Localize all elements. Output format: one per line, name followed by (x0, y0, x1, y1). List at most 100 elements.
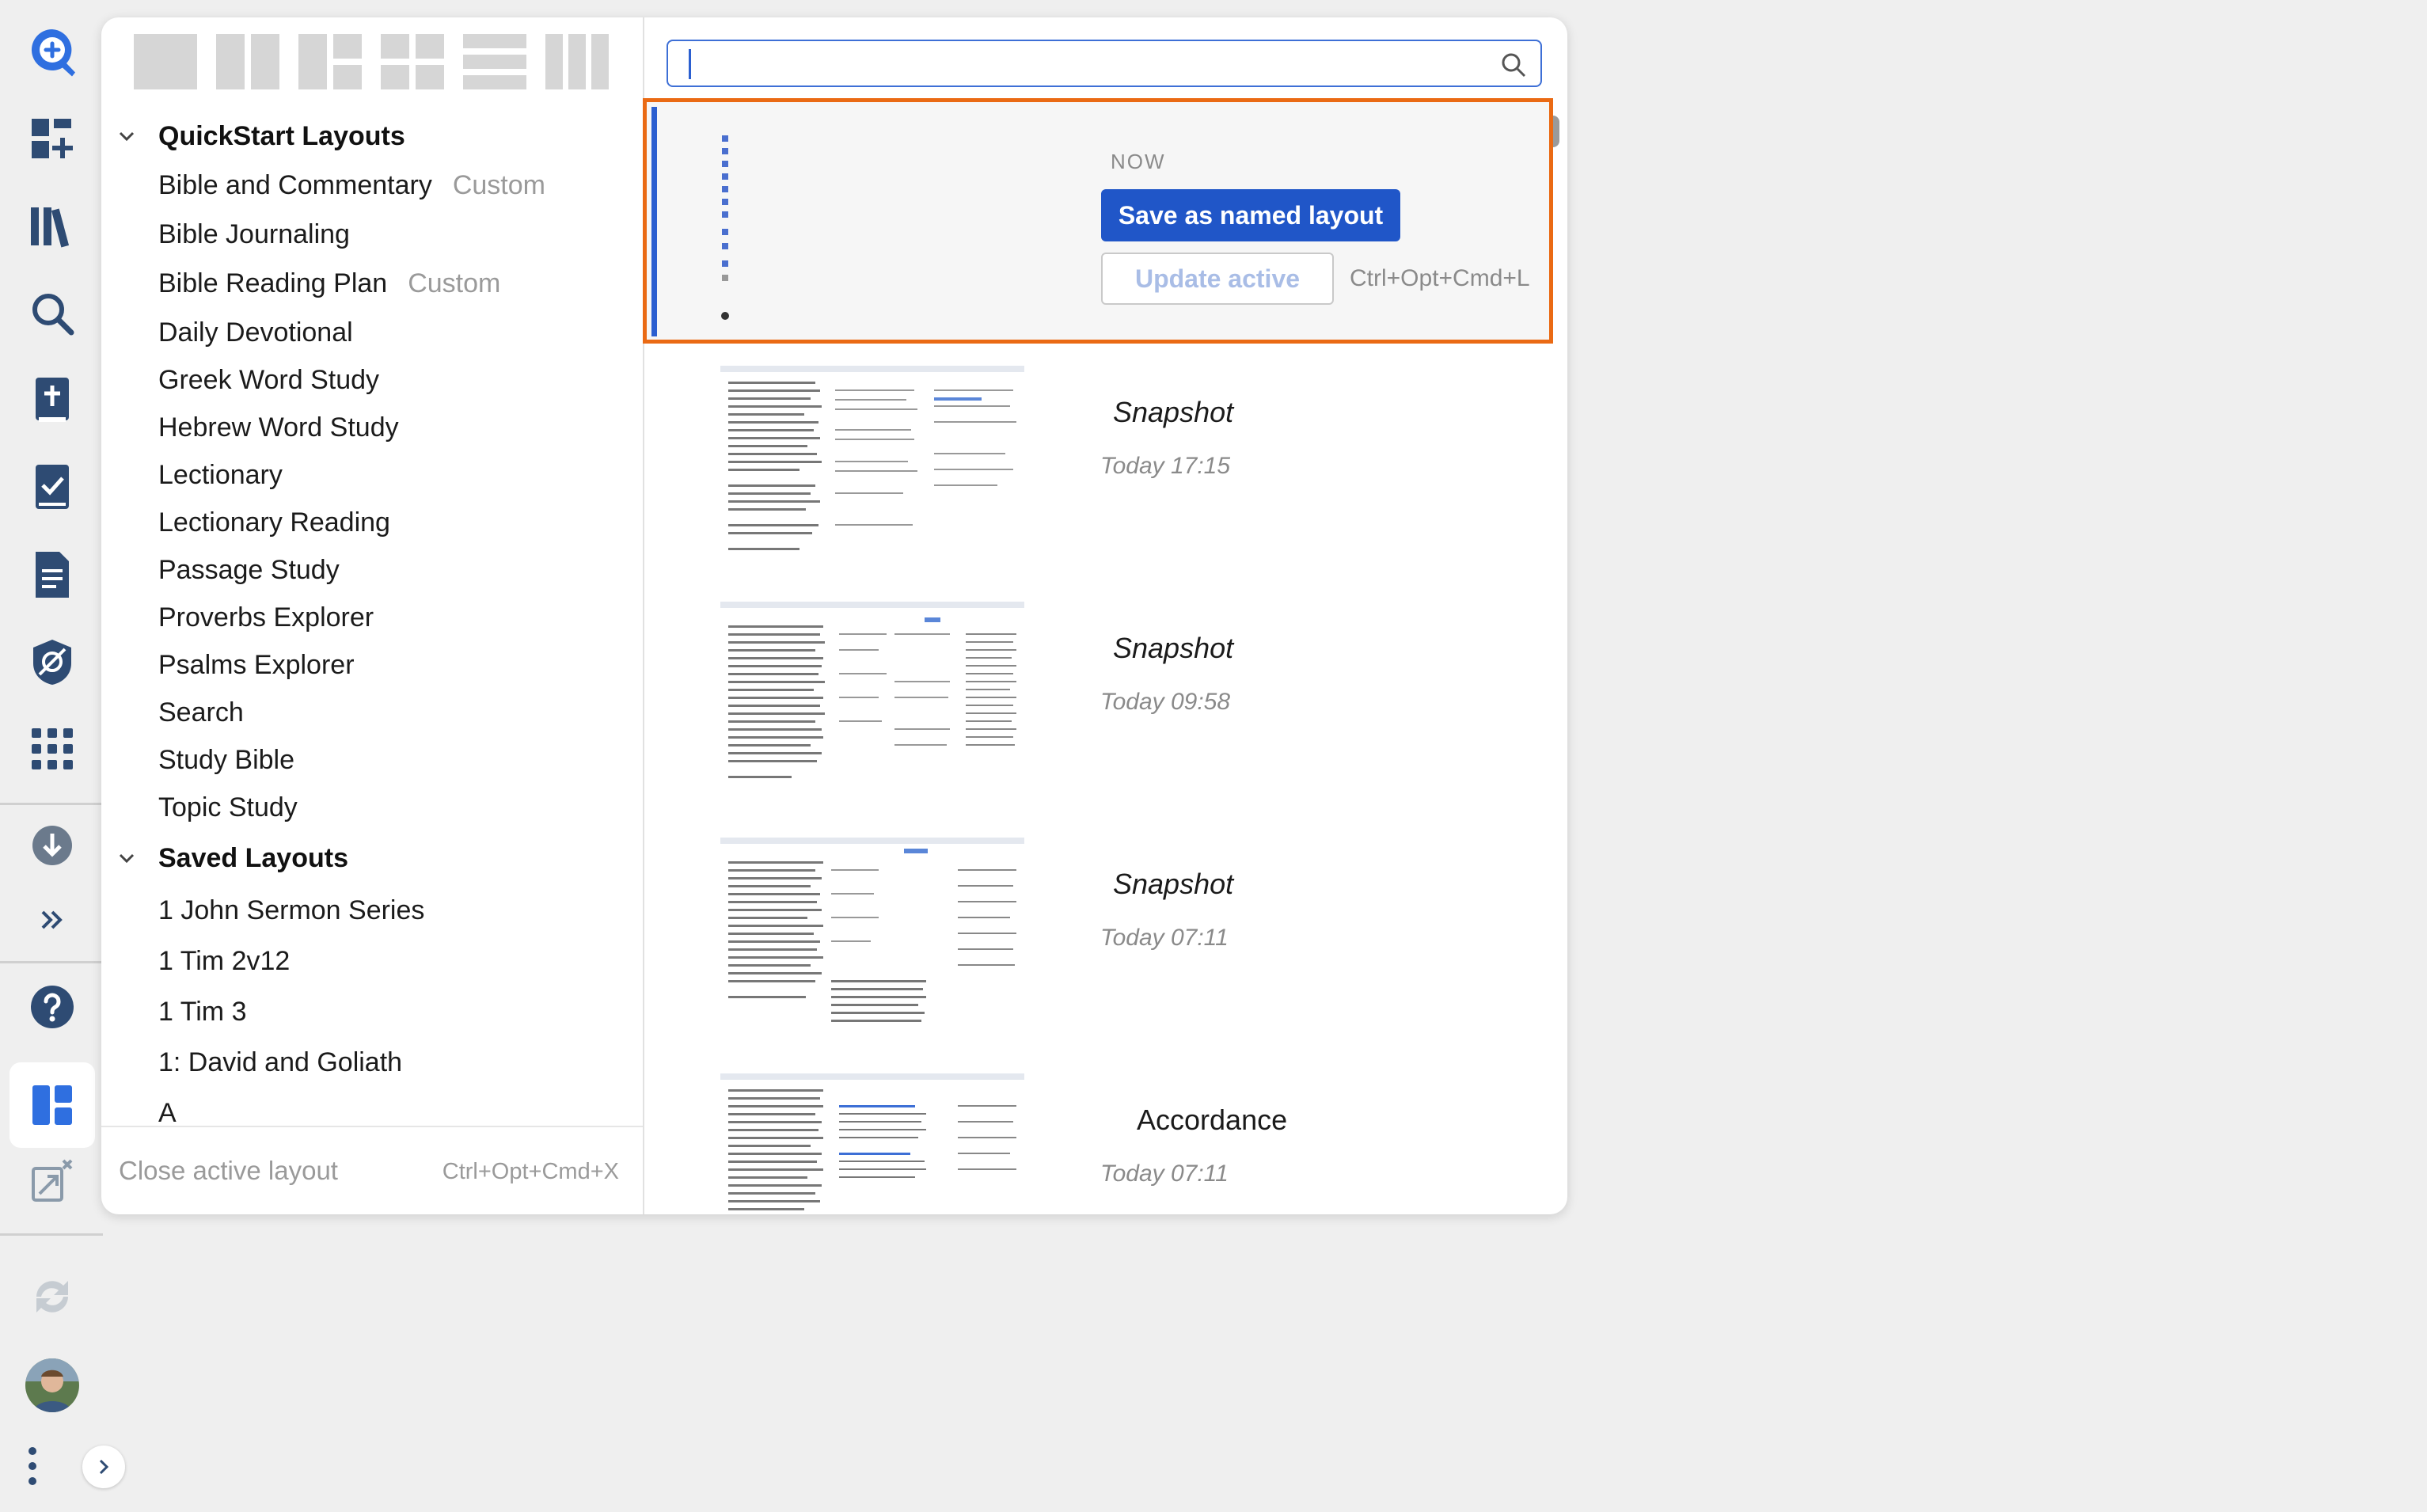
list-item[interactable]: Study Bible (158, 736, 294, 784)
item-label: 1: David and Goliath (158, 1047, 403, 1077)
rail-divider (0, 961, 103, 963)
reading-plan-icon[interactable] (21, 456, 84, 519)
bible-add-icon[interactable] (21, 369, 84, 432)
three-column-layout-icon[interactable] (545, 33, 610, 90)
logo-search-icon[interactable] (21, 21, 84, 84)
snapshot-item[interactable]: Snapshot Today 09:58 (644, 602, 1555, 838)
snapshot-name: Snapshot (1113, 396, 1234, 428)
two-column-layout-icon[interactable] (215, 33, 280, 90)
close-active-layout-row[interactable]: Close active layout Ctrl+Opt+Cmd+X (101, 1126, 643, 1214)
chevron-down-icon[interactable] (117, 127, 136, 146)
single-pane-layout-icon[interactable] (133, 33, 198, 90)
snapshot-thumbnail (720, 366, 1024, 564)
list-item[interactable]: Proverbs Explorer (158, 594, 374, 641)
list-item[interactable]: Lectionary (158, 451, 283, 499)
item-label: Bible Journaling (158, 218, 350, 249)
list-item[interactable]: Bible Journaling (158, 211, 350, 258)
group-label: Saved Layouts (158, 842, 348, 873)
save-as-named-layout-button[interactable]: Save as named layout (1101, 189, 1400, 241)
snapshot-time: Today 09:58 (1100, 689, 1231, 715)
dashboard-add-icon[interactable] (21, 108, 84, 171)
list-item[interactable]: Bible Reading Plan Custom (158, 260, 500, 307)
list-item[interactable]: 1: David and Goliath (158, 1039, 402, 1086)
list-item[interactable]: Lectionary Reading (158, 499, 390, 546)
hidden-tools-icon[interactable] (21, 630, 84, 693)
now-label: NOW (1111, 150, 1166, 173)
item-label: A (158, 1097, 177, 1128)
item-label: 1 John Sermon Series (158, 895, 425, 925)
three-row-layout-icon[interactable] (462, 33, 527, 90)
search-icon[interactable] (21, 282, 84, 345)
item-label: Psalms Explorer (158, 649, 355, 680)
snapshot-thumbnail (720, 838, 1024, 1035)
help-icon[interactable] (21, 975, 84, 1039)
three-pane-layout-icon[interactable] (298, 33, 363, 90)
layouts-tree: QuickStart Layouts Bible and Commentary C… (101, 112, 643, 1142)
four-pane-layout-icon[interactable] (380, 33, 445, 90)
search-input[interactable] (687, 47, 1466, 81)
snapshot-time: Today 07:11 (1100, 1161, 1229, 1187)
snapshot-thumbnail (720, 1073, 1024, 1214)
item-label: Hebrew Word Study (158, 412, 399, 443)
item-label: Lectionary (158, 459, 283, 490)
snapshot-item[interactable]: Accordance Today 07:11 (644, 1073, 1555, 1214)
item-label: Proverbs Explorer (158, 602, 374, 633)
download-icon[interactable] (21, 814, 84, 877)
active-indicator (651, 107, 657, 336)
item-label: Lectionary Reading (158, 507, 390, 538)
item-label: Bible and Commentary (158, 169, 432, 200)
snapshot-name: Snapshot (1113, 868, 1234, 900)
close-layout-icon[interactable] (21, 1149, 84, 1213)
search-icon[interactable] (1499, 51, 1528, 79)
library-icon[interactable] (21, 195, 84, 258)
more-options-icon[interactable] (21, 1434, 44, 1498)
item-label: Topic Study (158, 792, 298, 822)
item-label: Search (158, 697, 244, 728)
group-label: QuickStart Layouts (158, 120, 405, 151)
close-active-layout-shortcut: Ctrl+Opt+Cmd+X (442, 1159, 619, 1184)
snapshot-item[interactable]: Snapshot Today 07:11 (644, 838, 1555, 1073)
layouts-icon[interactable] (9, 1062, 95, 1148)
item-label: Bible Reading Plan (158, 268, 388, 298)
expand-panel-button[interactable] (82, 1446, 125, 1488)
apps-grid-icon[interactable] (21, 717, 84, 781)
list-item[interactable]: Daily Devotional (158, 309, 353, 356)
item-label: Study Bible (158, 744, 294, 775)
list-item[interactable]: Passage Study (158, 546, 340, 594)
list-item[interactable]: Greek Word Study (158, 356, 379, 404)
snapshot-name: Snapshot (1113, 632, 1234, 664)
avatar[interactable] (21, 1354, 84, 1417)
snapshot-name: Accordance (1137, 1104, 1288, 1136)
app-rail (0, 0, 125, 1512)
list-item[interactable]: Bible and Commentary Custom (158, 161, 545, 209)
update-active-shortcut: Ctrl+Opt+Cmd+L (1350, 265, 1530, 291)
rail-divider (0, 1233, 103, 1236)
snapshot-time: Today 17:15 (1100, 453, 1231, 479)
sync-icon[interactable] (21, 1265, 84, 1328)
list-item[interactable]: Topic Study (158, 784, 298, 831)
list-item[interactable]: Search (158, 689, 244, 736)
item-label: Greek Word Study (158, 364, 380, 395)
list-item[interactable]: 1 Tim 2v12 (158, 937, 290, 985)
search-box[interactable] (667, 40, 1542, 87)
close-active-layout-label: Close active layout (119, 1156, 338, 1185)
snapshot-item[interactable]: Snapshot Today 17:15 (644, 366, 1555, 602)
item-label: Passage Study (158, 554, 340, 585)
snapshot-thumbnail (720, 602, 1024, 800)
item-label: Daily Devotional (158, 317, 353, 348)
list-item[interactable]: Hebrew Word Study (158, 404, 399, 451)
list-item[interactable]: Psalms Explorer (158, 641, 355, 689)
list-item[interactable]: 1 Tim 3 (158, 988, 246, 1035)
item-label: 1 Tim 3 (158, 996, 247, 1027)
item-label: 1 Tim 2v12 (158, 945, 291, 976)
rail-divider (0, 803, 103, 805)
layout-templates-toolbar (133, 33, 610, 90)
update-active-button[interactable]: Update active (1101, 253, 1334, 305)
current-layout-card: NOW Save as named layout Update active C… (643, 98, 1553, 344)
document-icon[interactable] (21, 543, 84, 606)
expand-rail-icon[interactable] (21, 888, 84, 952)
current-layout-thumbnail (721, 135, 729, 320)
list-item[interactable]: 1 John Sermon Series (158, 887, 424, 934)
snapshots-pane: NOW Save as named layout Update active C… (643, 17, 1567, 1214)
chevron-down-icon[interactable] (117, 849, 136, 868)
